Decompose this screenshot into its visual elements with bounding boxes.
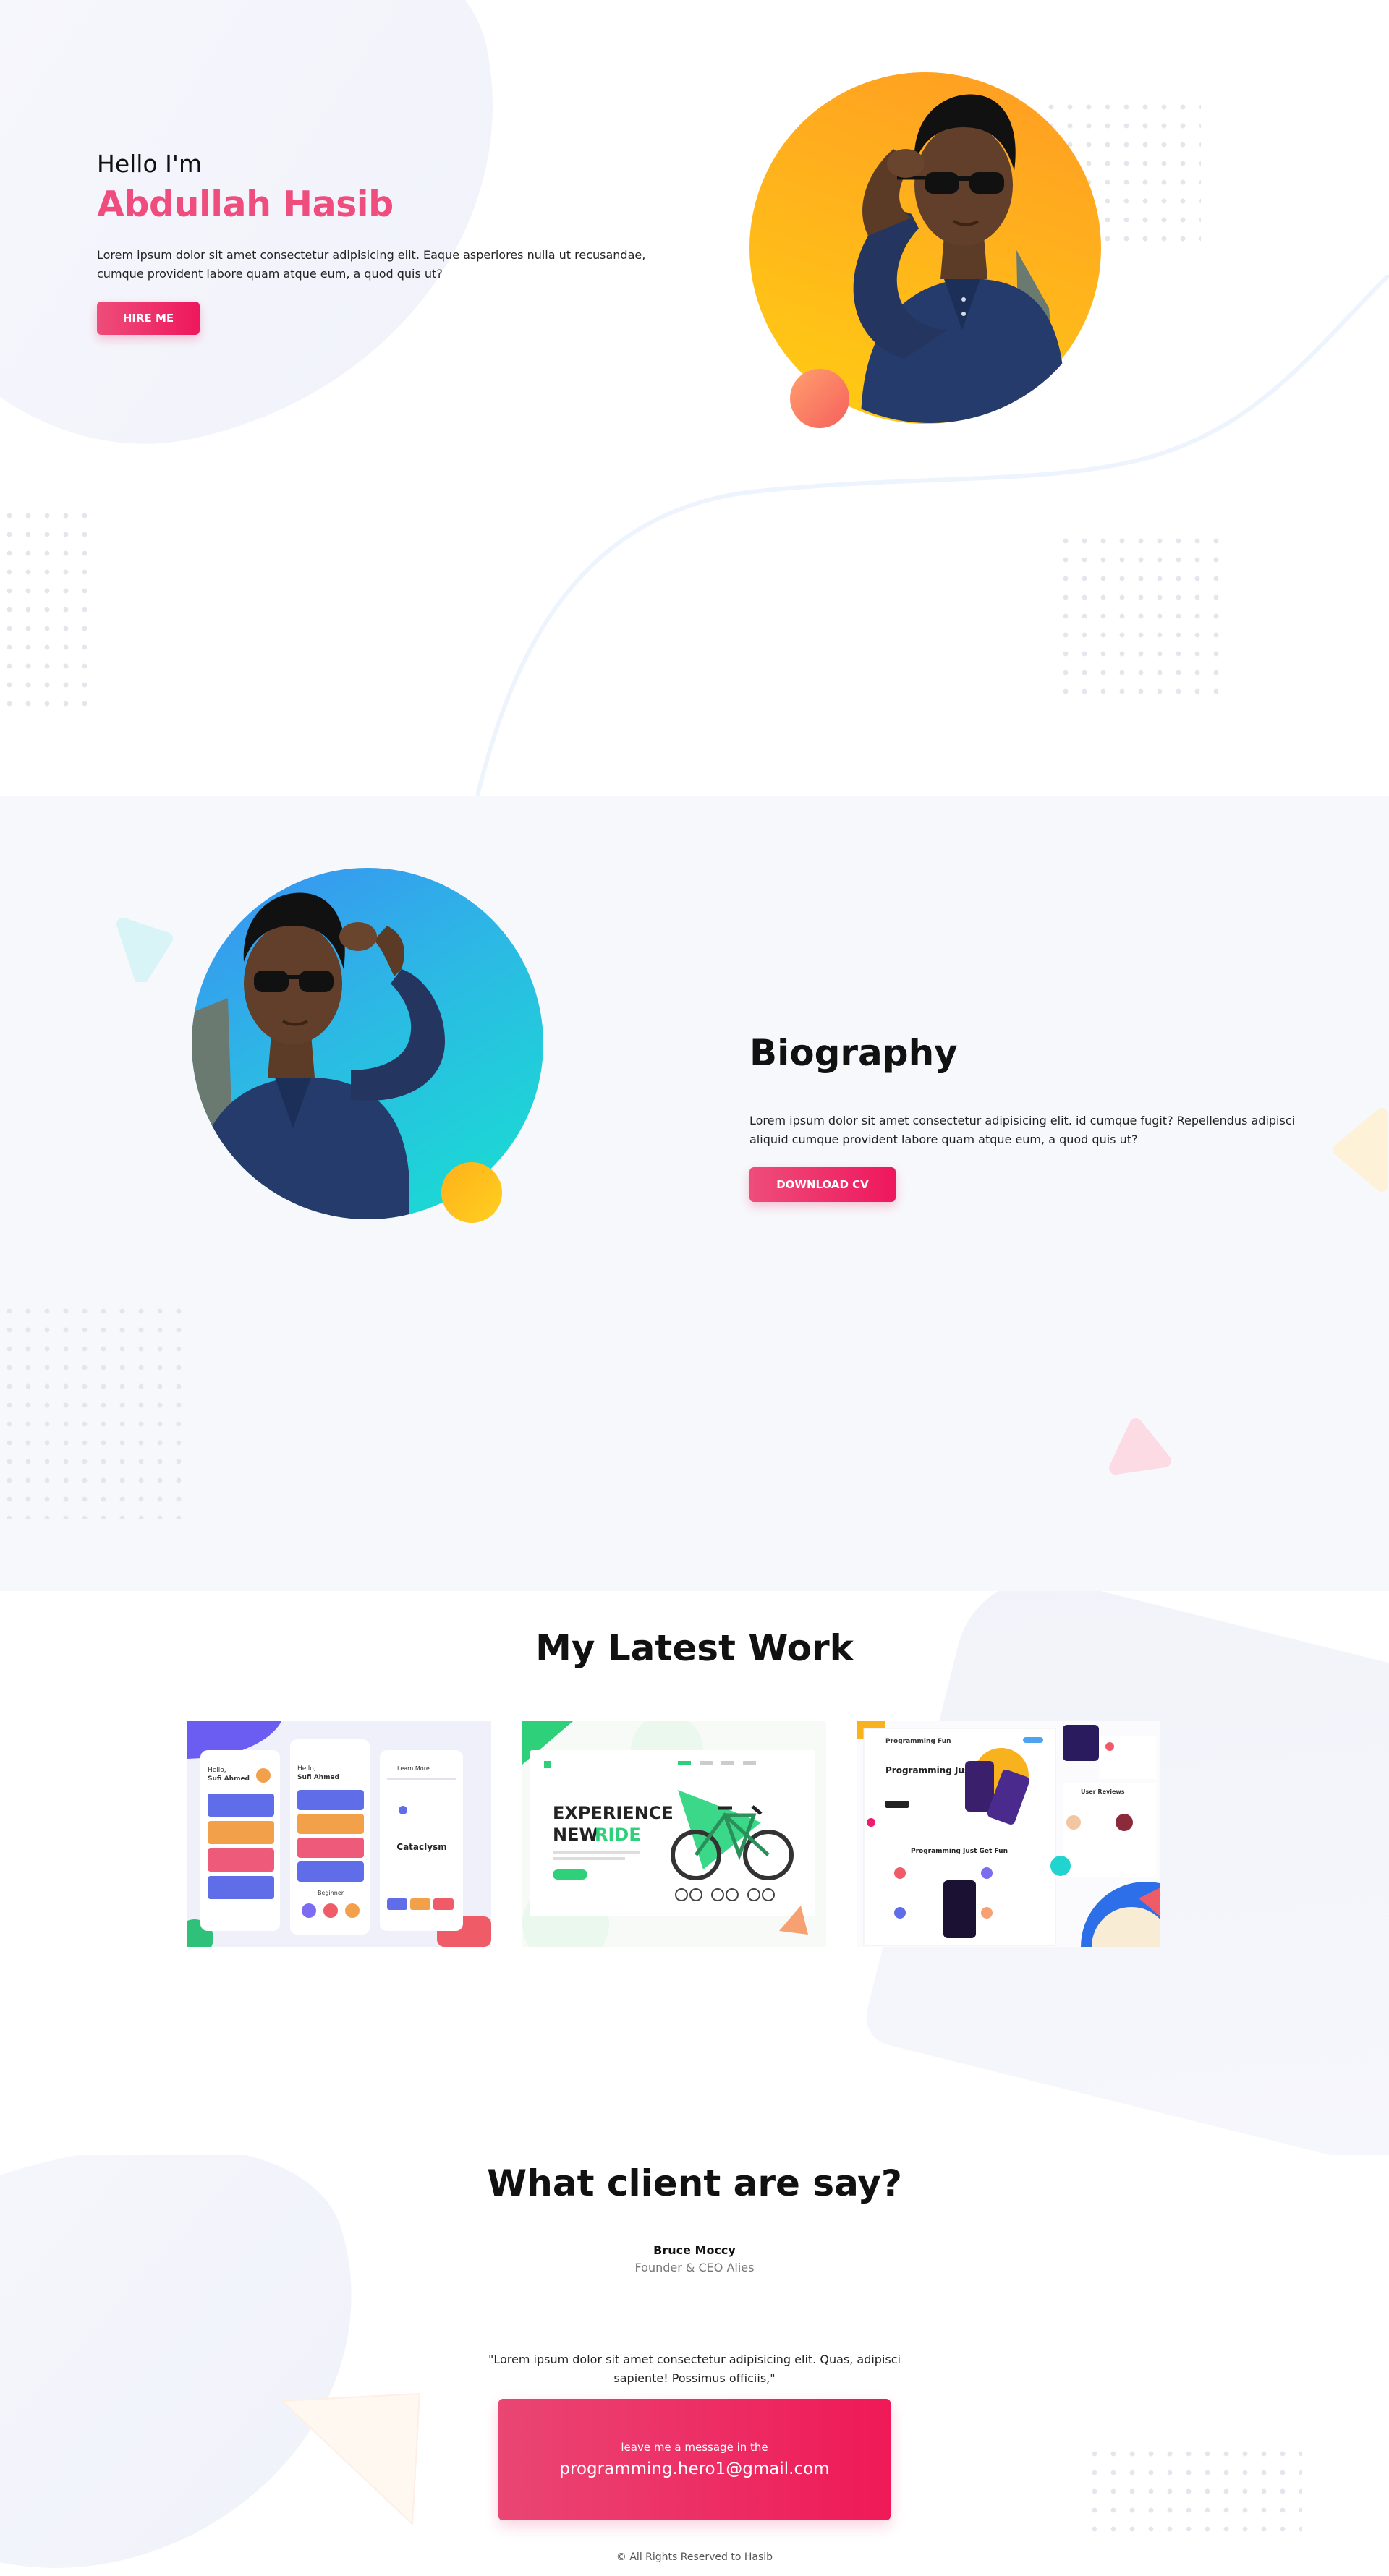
client-role: Founder & CEO Alies [634,2261,755,2274]
testimonial-decor-triangle [280,2392,421,2526]
biography-title: Biography [749,1032,958,1074]
card3-reviews-label: User Reviews [1081,1788,1125,1795]
contact-label: leave me a message in the [621,2441,768,2454]
card1-detail-title: Cataclysm [396,1842,446,1852]
card2-headline-accent: RIDE [595,1825,641,1845]
mobile-app-preview: Hello, Sufi Ahmed Hello, Sufi Ahmed Begi… [187,1721,491,1947]
testimonial-title: What client are say? [487,2162,902,2204]
hero-section: Hello I'm Abdullah Hasib Lorem ipsum dol… [0,0,1389,796]
client-name: Bruce Moccy [653,2243,736,2257]
hero-description: Lorem ipsum dolor sit amet consectetur a… [97,248,646,281]
card1-greeting: Hello, [208,1767,226,1774]
bio-decor-ball [441,1162,502,1223]
bio-dot-grid [0,1302,188,1519]
work-card-mobile-app[interactable]: Hello, Sufi Ahmed Hello, Sufi Ahmed Begi… [187,1721,491,1947]
card3-brand: Programming Fun [885,1738,951,1745]
footer-copyright: © All Rights Reserved to Hasib [616,2551,773,2563]
contact-box[interactable]: leave me a message in the programming.he… [498,2399,891,2520]
card1-greeting-2: Hello, [297,1765,316,1773]
bike-landing-preview: EXPERIENCE NEW RIDE [522,1721,815,1947]
hero-greeting: Hello I'm [97,150,203,178]
latest-work-section: My Latest Work Hello, Sufi Ahmed Hello, … [0,1591,1389,2155]
hero-dot-grid-left [0,506,87,716]
card1-list-label: Beginner [318,1890,344,1896]
biography-section: Biography Lorem ipsum dolor sit amet con… [0,796,1389,1591]
card2-headline-1: EXPERIENCE [553,1803,674,1823]
bio-decor-triangle-yellow [1333,1108,1388,1192]
hire-me-button[interactable]: HIRE ME [97,302,200,335]
biography-description: Lorem ipsum dolor sit amet consectetur a… [749,1114,1296,1146]
card1-detail-back: Learn More [397,1765,430,1772]
work-card-programming-site[interactable]: Programming Fun Programming Just Get Fun… [857,1721,1160,1947]
work-title: My Latest Work [535,1627,854,1669]
hero-name: Abdullah Hasib [97,184,394,225]
card1-user-name-2: Sufi Ahmed [297,1774,339,1781]
bio-decor-triangle-blue [116,918,173,982]
testimonial-dot-grid [1085,2444,1302,2538]
card3-section-label: Programming Just Get Fun [911,1848,1008,1855]
card2-headline-2: NEW [553,1825,598,1845]
download-cv-button[interactable]: DOWNLOAD CV [749,1167,896,1202]
work-card-bike-landing[interactable]: EXPERIENCE NEW RIDE [522,1721,826,1947]
testimonial-section: What client are say? Bruce Moccy Founder… [0,2155,1389,2576]
contact-email-link[interactable]: programming.hero1@gmail.com [498,2460,891,2478]
bio-decor-triangle-pink [1109,1418,1171,1475]
client-quote: "Lorem ipsum dolor sit amet consectetur … [488,2353,901,2385]
hero-decor-ball [790,369,849,428]
programming-site-preview: Programming Fun Programming Just Get Fun… [857,1721,1160,1947]
card1-user-name: Sufi Ahmed [208,1775,250,1783]
